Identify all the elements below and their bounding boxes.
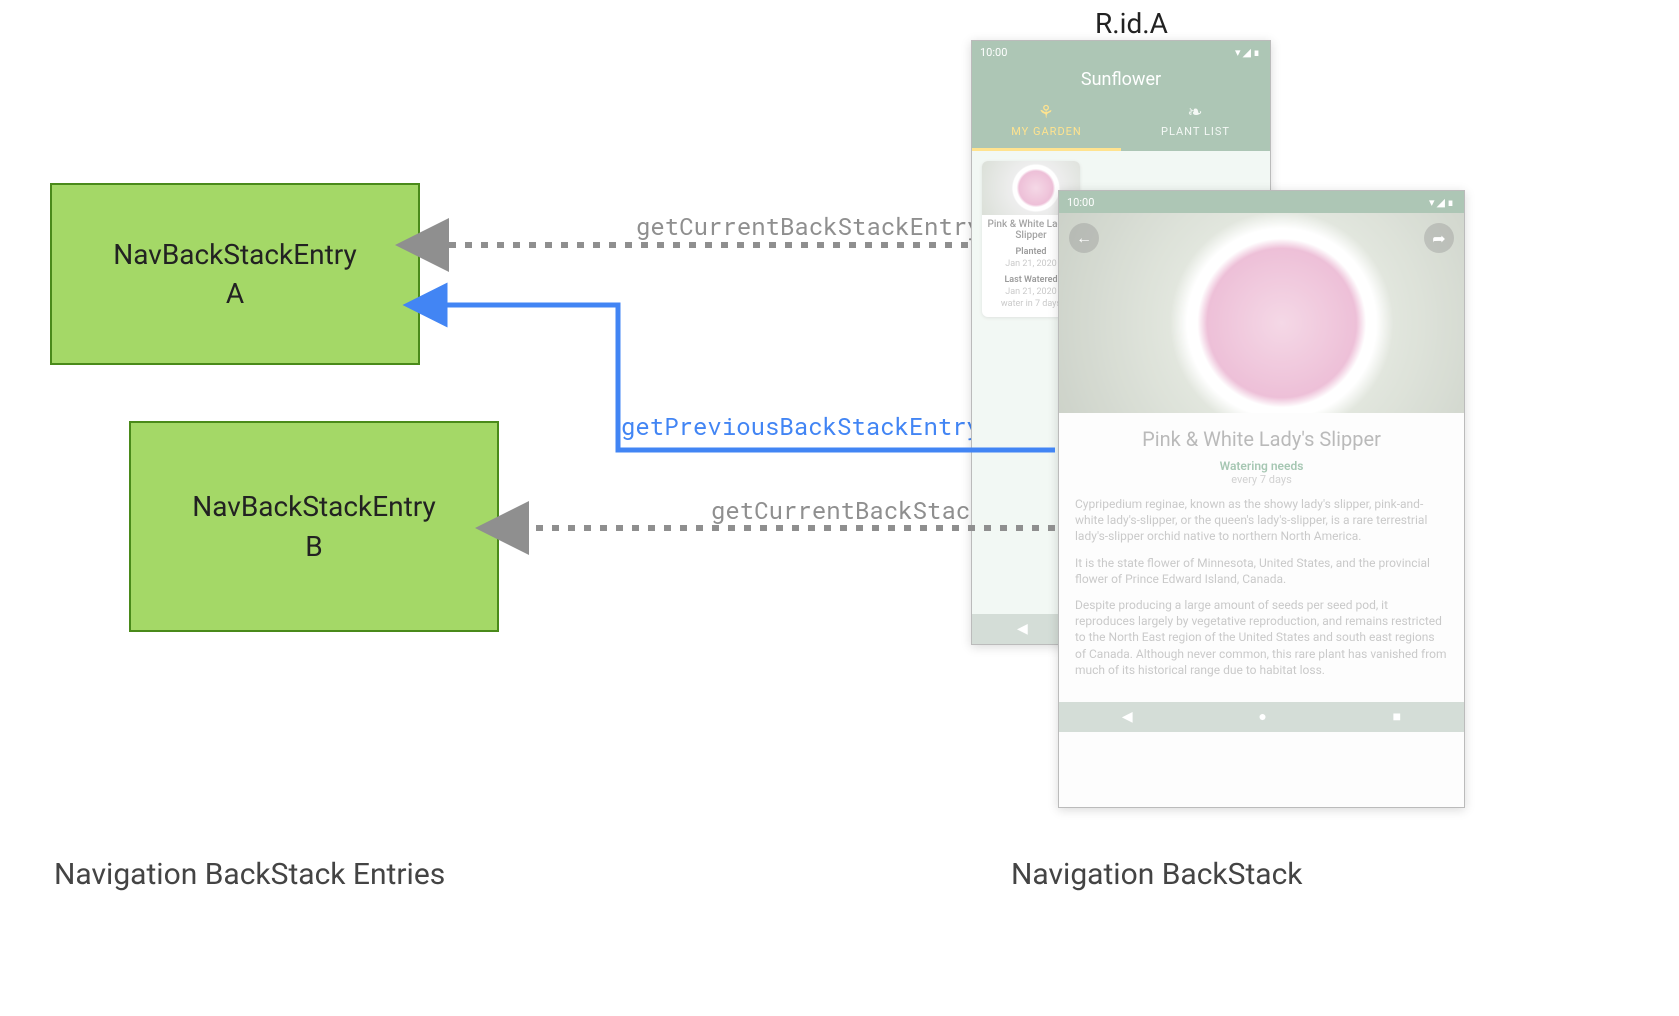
back-arrow-icon: ← [1076, 228, 1092, 248]
tab1-label: MY GARDEN [1011, 125, 1082, 138]
entry-a-label: NavBackStackEntryA [113, 235, 356, 313]
entry-b-label: NavBackStackEntryB [192, 487, 435, 565]
app-title-a: Sunflower [972, 63, 1270, 94]
nav-recents-icon-b[interactable]: ■ [1393, 708, 1401, 725]
caption-entries: Navigation BackStack Entries [54, 857, 445, 892]
android-navbar-b: ◀ ● ■ [1059, 702, 1464, 732]
nav-back-icon[interactable]: ◀ [1017, 621, 1028, 637]
method-current-a: getCurrentBackStackEntry() [636, 210, 1010, 242]
statusbar-a: 10:00 ▾◢∎ [972, 41, 1270, 63]
share-button[interactable]: ➦ [1424, 223, 1454, 253]
nav-home-icon-b[interactable]: ● [1258, 708, 1266, 725]
method-previous: getPreviousBackStackEntry() [621, 410, 1010, 442]
flower-icon: ⚘ [976, 102, 1117, 123]
watering-needs-label: Watering needs [1075, 459, 1448, 473]
phone-screen-b: 10:00 ▾◢∎ ← ➦ Pink & White Lady's Slippe… [1058, 190, 1465, 808]
entry-box-a: NavBackStackEntryA [50, 183, 420, 365]
leaf-icon: ❧ [1125, 102, 1266, 123]
status-icons-b: ▾◢∎ [1429, 196, 1456, 209]
detail-p1: Cypripedium reginae, known as the showy … [1075, 496, 1448, 545]
tab2-label: PLANT LIST [1161, 125, 1230, 138]
back-button[interactable]: ← [1069, 223, 1099, 253]
rid-a-label: R.id.A [1095, 7, 1168, 40]
status-icons-a: ▾◢∎ [1235, 46, 1262, 59]
detail-p3: Despite producing a large amount of seed… [1075, 597, 1448, 678]
detail-body: Pink & White Lady's Slipper Watering nee… [1059, 413, 1464, 702]
status-time-a: 10:00 [980, 46, 1007, 59]
watering-needs-text: every 7 days [1075, 473, 1448, 486]
caption-backstack: Navigation BackStack [1011, 857, 1303, 892]
tab-plant-list[interactable]: ❧ PLANT LIST [1121, 94, 1270, 151]
tabbar-a: ⚘ MY GARDEN ❧ PLANT LIST [972, 94, 1270, 151]
statusbar-b: 10:00 ▾◢∎ [1059, 191, 1464, 213]
detail-p2: It is the state flower of Minnesota, Uni… [1075, 555, 1448, 587]
status-time-b: 10:00 [1067, 196, 1094, 209]
entry-box-b: NavBackStackEntryB [129, 421, 499, 632]
diagram-root: NavBackStackEntryA NavBackStackEntryB R.… [0, 0, 1679, 1016]
detail-title: Pink & White Lady's Slipper [1075, 427, 1448, 451]
share-icon: ➦ [1432, 229, 1445, 248]
tab-my-garden[interactable]: ⚘ MY GARDEN [972, 94, 1121, 151]
hero-image: ← ➦ [1059, 213, 1464, 413]
nav-back-icon-b[interactable]: ◀ [1122, 709, 1133, 725]
